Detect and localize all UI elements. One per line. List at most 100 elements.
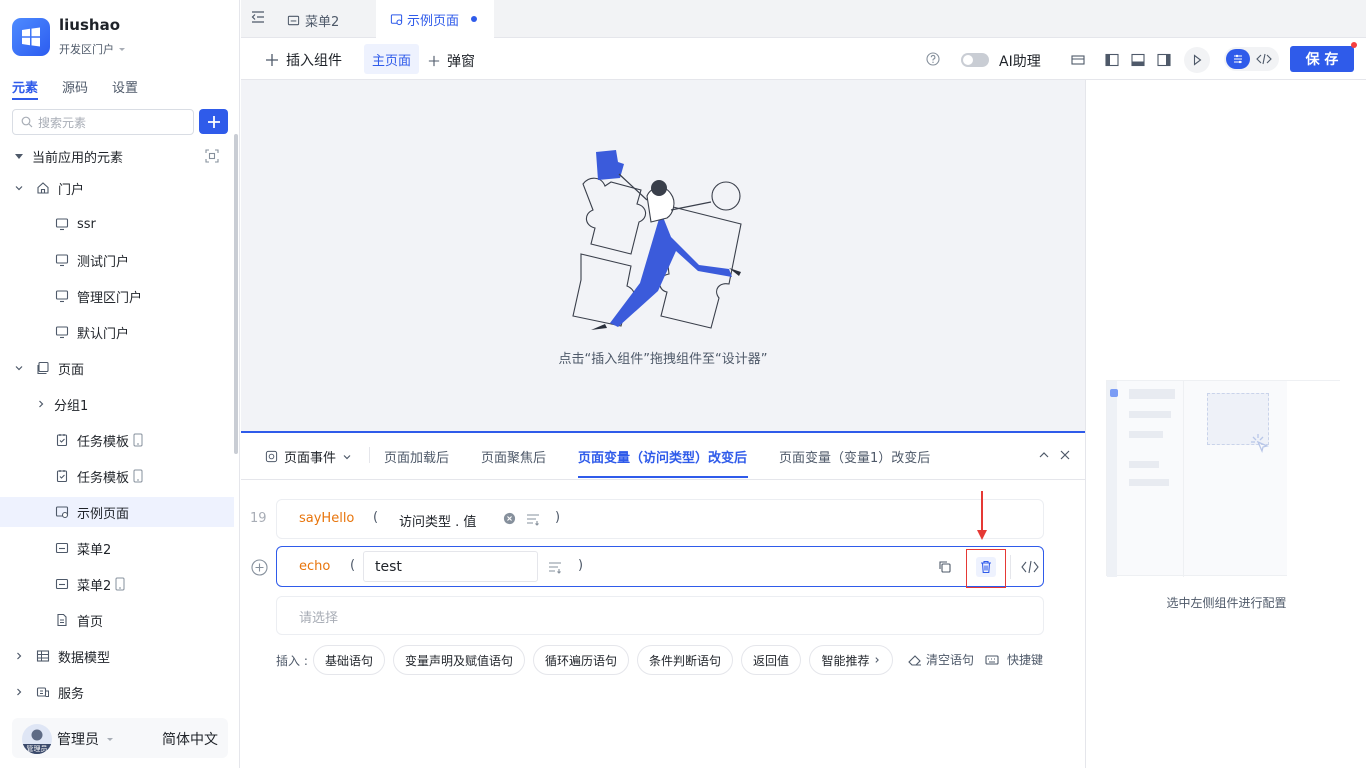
tree-item-task-template[interactable]: 任务模板 xyxy=(0,425,234,455)
tree-item-admin-portal[interactable]: 管理区门户 xyxy=(0,281,234,311)
code-icon[interactable] xyxy=(1020,559,1040,575)
active-tab-indicator xyxy=(578,476,748,478)
panel-bottom-icon[interactable] xyxy=(1131,53,1145,67)
tab-menu2[interactable]: 菜单2 xyxy=(287,11,339,30)
chip-variable-statement[interactable]: 变量声明及赋值语句 xyxy=(393,645,525,675)
tree-item-default-portal[interactable]: 默认门户 xyxy=(0,317,234,347)
user-menu[interactable]: 管理员 xyxy=(57,729,115,749)
sidebar-scrollbar[interactable] xyxy=(234,134,238,454)
argument-input[interactable]: test xyxy=(363,551,538,582)
chevron-right-icon xyxy=(17,688,22,696)
tree-label: 管理区门户 xyxy=(77,290,143,306)
collapse-up-icon[interactable] xyxy=(1038,449,1050,461)
insert-component-button[interactable]: 插入组件 xyxy=(265,50,342,70)
chip-return-value[interactable]: 返回值 xyxy=(741,645,801,675)
user-bar: 管理员 管理员 简体中文 xyxy=(12,718,228,758)
panel-right-icon[interactable] xyxy=(1157,53,1171,67)
shortcut-button[interactable]: 快捷键 xyxy=(985,651,1043,668)
tree-item-menu2-mobile[interactable]: 菜单2 xyxy=(0,569,234,599)
save-button[interactable]: 保 存 xyxy=(1290,46,1354,72)
insert-label: 插入组件 xyxy=(286,53,342,69)
element-search-input[interactable]: 搜索元素 xyxy=(12,109,194,135)
mobile-icon xyxy=(133,433,143,447)
delete-statement-button[interactable] xyxy=(976,557,996,577)
tab-page-focused[interactable]: 页面聚焦后 xyxy=(481,447,546,466)
statement-row-sayhello[interactable]: sayHello ( 访问类型 . 值 ) xyxy=(276,499,1044,539)
tab-example-page[interactable]: 示例页面 xyxy=(376,0,494,38)
section-current-app[interactable]: 当前应用的元素 xyxy=(0,141,234,171)
copy-icon[interactable] xyxy=(938,560,952,574)
chip-basic-statement[interactable]: 基础语句 xyxy=(313,645,385,675)
collapse-sidebar-icon[interactable] xyxy=(251,10,265,24)
tab-var-access-type-changed[interactable]: 页面变量（访问类型）改变后 xyxy=(578,447,747,466)
tab-settings[interactable]: 设置 xyxy=(112,77,138,96)
tab-page-loaded[interactable]: 页面加载后 xyxy=(384,447,449,466)
caret-down-icon xyxy=(107,738,113,741)
plus-icon xyxy=(207,115,220,128)
tree-item-data-model[interactable]: 数据模型 xyxy=(0,641,234,671)
tree-item-task-template-2[interactable]: 任务模板 xyxy=(0,461,234,491)
tab-label: 菜单2 xyxy=(305,15,340,30)
editor-tab-bar: 菜单2 示例页面 xyxy=(241,0,1366,38)
tree-label: ssr xyxy=(77,216,96,232)
format-icon[interactable] xyxy=(526,512,540,526)
caret-down-icon xyxy=(119,48,125,51)
home-icon xyxy=(37,182,49,194)
tree-item-pages[interactable]: 页面 xyxy=(0,353,234,383)
tab-source[interactable]: 源码 xyxy=(62,77,88,96)
tree-label: 任务模板 xyxy=(77,434,130,450)
tree-item-test-portal[interactable]: 测试门户 xyxy=(0,245,234,275)
save-notification-dot xyxy=(1351,42,1357,48)
popup-label: 弹窗 xyxy=(447,54,475,70)
tree-label: 服务 xyxy=(58,686,85,702)
tree-item-portal[interactable]: 门户 xyxy=(0,173,234,203)
app-name: liushao xyxy=(59,16,120,34)
designer-canvas[interactable]: 点击“插入组件”拖拽组件至“设计器” xyxy=(241,80,1085,431)
help-icon[interactable] xyxy=(926,52,940,66)
add-element-button[interactable] xyxy=(199,109,228,134)
tree-item-ssr[interactable]: ssr xyxy=(0,209,234,239)
tree-label: 测试门户 xyxy=(77,254,130,270)
popup-tab[interactable]: 弹窗 xyxy=(428,51,475,71)
clear-circle-icon[interactable] xyxy=(503,512,516,525)
panel-left-icon[interactable] xyxy=(1105,53,1119,67)
sidebar: liushao 开发区门户 元素 源码 设置 搜索元素 当前应用的元素 门户 s… xyxy=(0,0,240,768)
language-switch[interactable]: 简体中文 xyxy=(162,729,218,749)
tree-label: 门户 xyxy=(58,182,85,198)
tree-item-services[interactable]: 服务 xyxy=(0,677,234,707)
add-statement-icon[interactable] xyxy=(251,559,268,576)
task-icon xyxy=(56,470,68,483)
design-mode-option[interactable] xyxy=(1226,49,1250,69)
tree-item-menu2[interactable]: 菜单2 xyxy=(0,533,234,563)
tab-var1-changed[interactable]: 页面变量（变量1）改变后 xyxy=(779,447,930,466)
code-mode-icon[interactable] xyxy=(1254,51,1274,67)
avatar[interactable]: 管理员 xyxy=(22,724,52,754)
config-empty-hint: 选中左侧组件进行配置 xyxy=(1166,596,1287,610)
argument-value[interactable]: 访问类型 . 值 xyxy=(399,511,476,530)
sliders-icon xyxy=(1234,54,1242,64)
chip-loop-statement[interactable]: 循环遍历语句 xyxy=(533,645,629,675)
ai-assistant-toggle[interactable] xyxy=(961,53,989,67)
tab-elements[interactable]: 元素 xyxy=(12,77,38,96)
config-placeholder-illustration xyxy=(1106,380,1341,577)
page-event-selector[interactable]: 页面事件 xyxy=(265,447,352,466)
portal-selector[interactable]: 开发区门户 xyxy=(59,41,127,57)
tree-item-home[interactable]: 首页 xyxy=(0,605,234,635)
locate-icon[interactable] xyxy=(205,149,219,163)
statement-row-echo[interactable]: echo ( test ) xyxy=(276,546,1044,588)
close-icon[interactable] xyxy=(1059,449,1071,461)
tree-item-group1[interactable]: 分组1 xyxy=(0,389,234,419)
chip-condition-statement[interactable]: 条件判断语句 xyxy=(637,645,733,675)
main-page-tab[interactable]: 主页面 xyxy=(364,44,419,74)
clear-statements-button[interactable]: 清空语句 xyxy=(908,651,974,668)
preview-button[interactable] xyxy=(1184,47,1210,73)
statement-select-row[interactable]: 请选择 xyxy=(276,596,1044,635)
chevron-right-icon xyxy=(39,400,44,408)
view-mode-switch[interactable] xyxy=(1224,47,1279,71)
tree-item-example-page[interactable]: 示例页面 xyxy=(0,497,234,527)
layout-toolbar-icon[interactable] xyxy=(1071,53,1085,67)
mobile-icon xyxy=(133,469,143,483)
tree-label: 分组1 xyxy=(54,398,89,414)
chip-smart-recommend[interactable]: 智能推荐 xyxy=(809,645,893,675)
format-icon[interactable] xyxy=(548,560,562,574)
